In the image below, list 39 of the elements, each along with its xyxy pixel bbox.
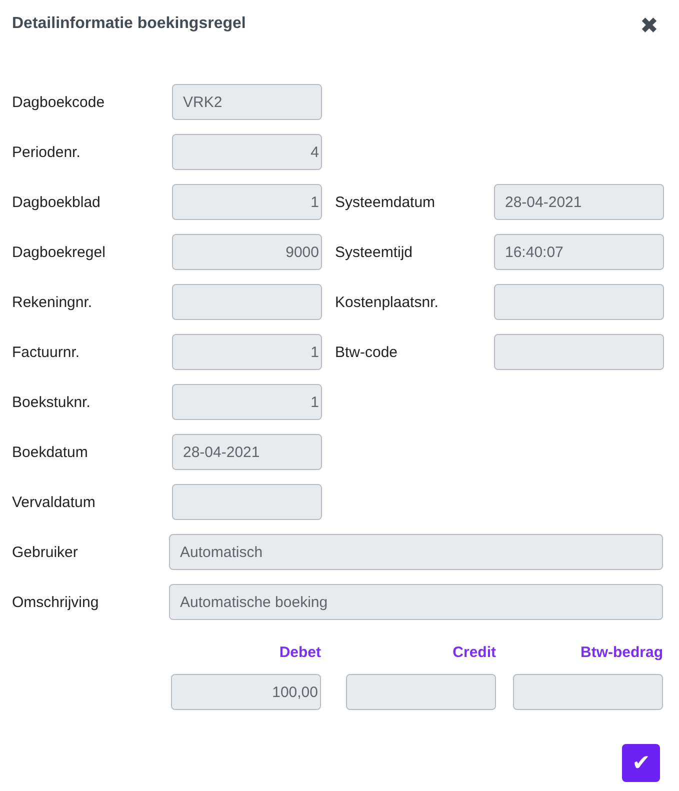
field-label: Factuurnr. [12,344,81,360]
input-field[interactable] [494,284,664,320]
input-field[interactable] [513,674,663,710]
confirm-button[interactable]: ✔ [622,744,660,782]
input-field[interactable]: 100,00 [171,674,321,710]
input-field[interactable]: 4 [172,134,322,170]
input-field[interactable]: 1 [172,334,322,370]
input-field[interactable]: Automatische boeking [169,584,663,620]
input-field[interactable] [172,284,322,320]
input-field[interactable]: 28-04-2021 [172,434,322,470]
input-field[interactable]: Automatisch [169,534,663,570]
field-label: Kostenplaatsnr. [335,294,440,310]
dialog-title: Detailinformatie boekingsregel [12,15,246,33]
field-label: Periodenr. [12,144,82,160]
input-field[interactable]: 1 [172,384,322,420]
input-field[interactable] [494,334,664,370]
column-header: Debet [279,644,321,663]
field-label: Omschrijving [12,594,100,610]
field-label: Boekdatum [12,444,89,460]
field-label: Boekstuknr. [12,394,92,410]
field-label: Vervaldatum [12,494,96,510]
input-field[interactable]: VRK2 [172,84,322,120]
input-field[interactable]: 28-04-2021 [494,184,664,220]
field-label: Btw-code [335,344,399,360]
field-label: Dagboekregel [12,244,106,260]
field-label: Gebruiker [12,544,79,560]
input-field[interactable] [346,674,496,710]
column-header: Btw-bedrag [580,644,663,663]
field-label: Dagboekcode [12,94,106,110]
input-field[interactable]: 1 [172,184,322,220]
close-button[interactable]: ✖ [640,15,658,37]
input-field[interactable] [172,484,322,520]
input-field[interactable]: 16:40:07 [494,234,664,270]
column-header: Credit [452,644,496,663]
input-field[interactable]: 9000 [172,234,322,270]
field-label: Rekeningnr. [12,294,94,310]
field-label: Dagboekblad [12,194,102,210]
field-label: Systeemdatum [335,194,436,210]
field-label: Systeemtijd [335,244,414,260]
